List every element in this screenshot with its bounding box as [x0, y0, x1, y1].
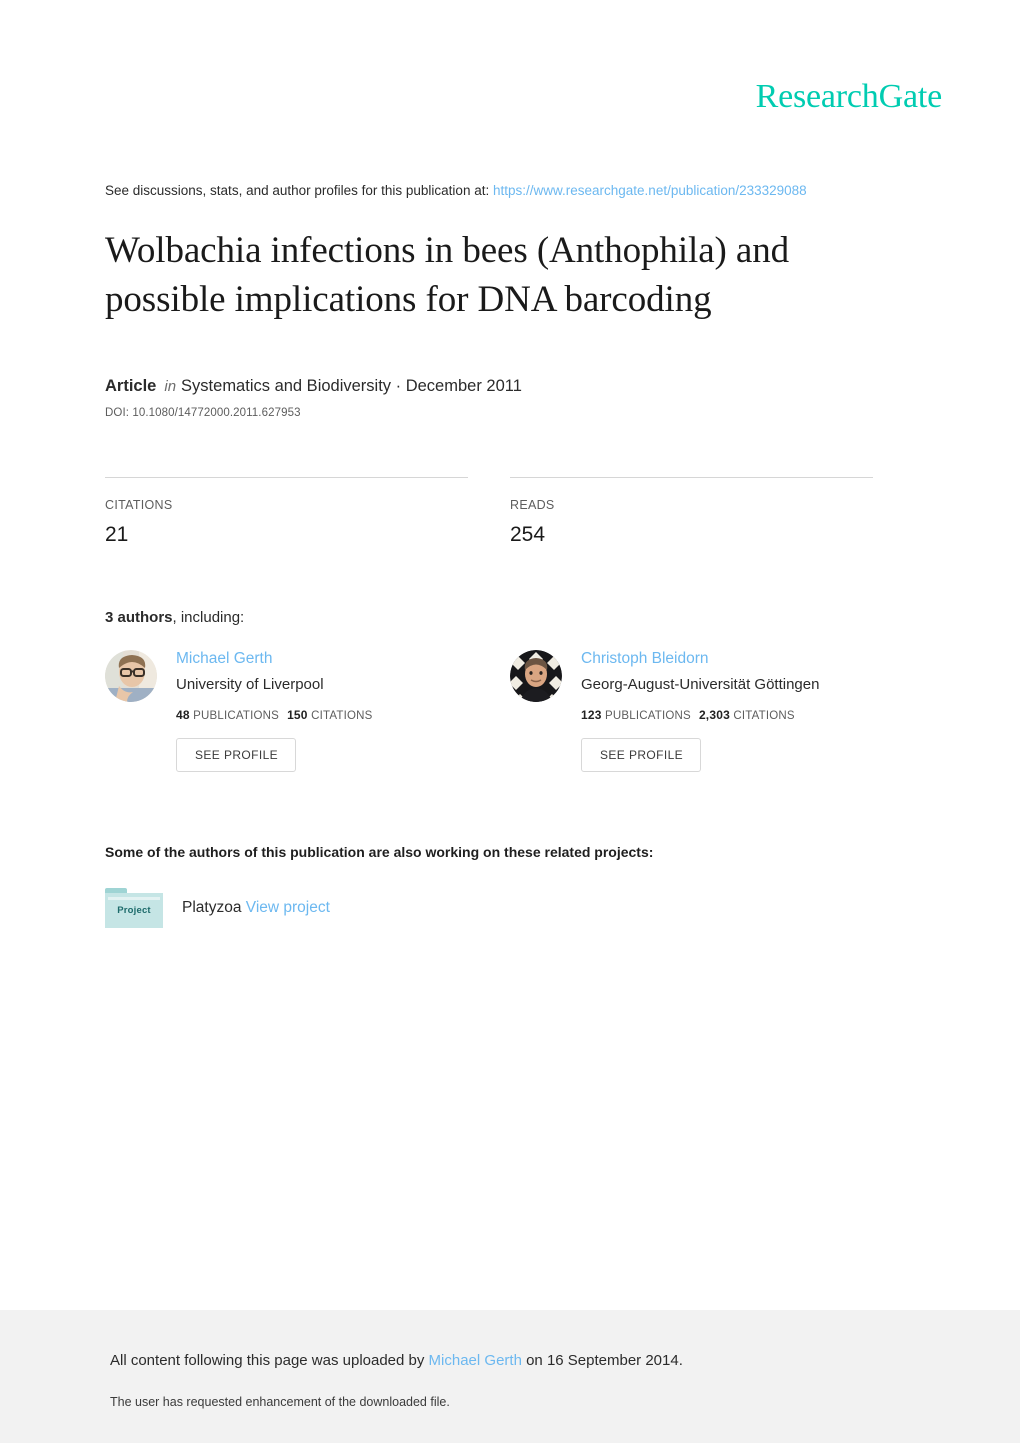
author-info: Christoph Bleidorn Georg-August-Universi…: [581, 648, 819, 772]
publication-url-link[interactable]: https://www.researchgate.net/publication…: [493, 183, 807, 198]
footer-band: All content following this page was uplo…: [0, 1310, 1020, 1443]
author-name-link[interactable]: Christoph Bleidorn: [581, 649, 819, 668]
author-citations-count: 2,303: [698, 707, 730, 722]
author-publications-label: PUBLICATIONS: [605, 709, 691, 722]
article-doi: DOI: 10.1080/14772000.2011.627953: [105, 406, 301, 419]
page-title: Wolbachia infections in bees (Anthophila…: [105, 229, 790, 320]
document-page: ResearchGate See discussions, stats, and…: [0, 0, 1020, 1443]
footer-upload-note: All content following this page was uplo…: [110, 1352, 683, 1369]
avatar[interactable]: [105, 649, 157, 702]
author-citations-label: CITATIONS: [311, 709, 373, 722]
stat-divider: [105, 476, 468, 478]
author-publications-count: 48: [176, 707, 190, 722]
article-venue: Systematics and Biodiversity · December …: [181, 376, 522, 395]
researchgate-logo: ResearchGate: [755, 78, 943, 115]
discussion-line: See discussions, stats, and author profi…: [105, 182, 880, 201]
authors-heading-rest: , including:: [172, 608, 245, 626]
stat-label: READS: [510, 497, 555, 512]
author-card: Michael Gerth University of Liverpool 48…: [105, 648, 468, 772]
author-stats: 48 PUBLICATIONS 150 CITATIONS: [176, 708, 373, 722]
authors-list: Michael Gerth University of Liverpool 48…: [105, 648, 880, 772]
footer-upload-prefix: All content following this page was uplo…: [110, 1352, 429, 1369]
footer-uploader-link[interactable]: Michael Gerth: [429, 1352, 522, 1369]
author-stats: 123 PUBLICATIONS 2,303 CITATIONS: [581, 708, 819, 722]
project-text: Platyzoa View project: [182, 899, 330, 917]
article-kind: Article: [105, 376, 157, 395]
folder-icon-label: Project: [117, 904, 151, 916]
see-profile-button[interactable]: SEE PROFILE: [581, 737, 702, 772]
stat-divider: [510, 476, 873, 478]
author-publications-count: 123: [581, 707, 602, 722]
avatar[interactable]: [510, 649, 562, 702]
stat-value: 254: [510, 522, 546, 546]
stat-label: CITATIONS: [105, 497, 173, 512]
article-meta: Article in Systematics and Biodiversity · …: [105, 377, 880, 396]
view-project-link[interactable]: View project: [246, 899, 330, 916]
content-column: See discussions, stats, and author profi…: [105, 182, 880, 928]
stat-reads: READS 254: [510, 476, 873, 547]
article-in-word: in: [164, 377, 177, 395]
project-name: Platyzoa: [182, 898, 242, 916]
stat-citations: CITATIONS 21: [105, 476, 468, 547]
footer-upload-suffix: on 16 September 2014.: [521, 1352, 683, 1369]
author-citations-count: 150: [287, 707, 308, 722]
folder-icon: Project: [105, 887, 163, 928]
authors-count: 3 authors: [105, 608, 173, 626]
author-affiliation: Georg-August-Universität Göttingen: [581, 675, 820, 693]
footer-enhancement-note: The user has requested enhancement of th…: [110, 1395, 450, 1409]
author-publications-label: PUBLICATIONS: [193, 709, 280, 722]
author-card: Christoph Bleidorn Georg-August-Universi…: [510, 648, 873, 772]
project-item[interactable]: Project Platyzoa View project: [105, 887, 880, 928]
author-affiliation: University of Liverpool: [176, 675, 324, 693]
discussion-prefix: See discussions, stats, and author profi…: [105, 183, 490, 198]
projects-heading: Some of the authors of this publication …: [105, 843, 654, 860]
stat-value: 21: [105, 522, 129, 546]
see-profile-button[interactable]: SEE PROFILE: [176, 737, 297, 772]
folder-strip-shape: [108, 896, 160, 900]
authors-heading: 3 authors, including:: [105, 609, 880, 626]
author-name-link[interactable]: Michael Gerth: [176, 649, 373, 668]
author-info: Michael Gerth University of Liverpool 48…: [176, 648, 373, 772]
stats-row: CITATIONS 21 READS 254: [105, 476, 880, 547]
author-citations-label: CITATIONS: [733, 709, 795, 722]
